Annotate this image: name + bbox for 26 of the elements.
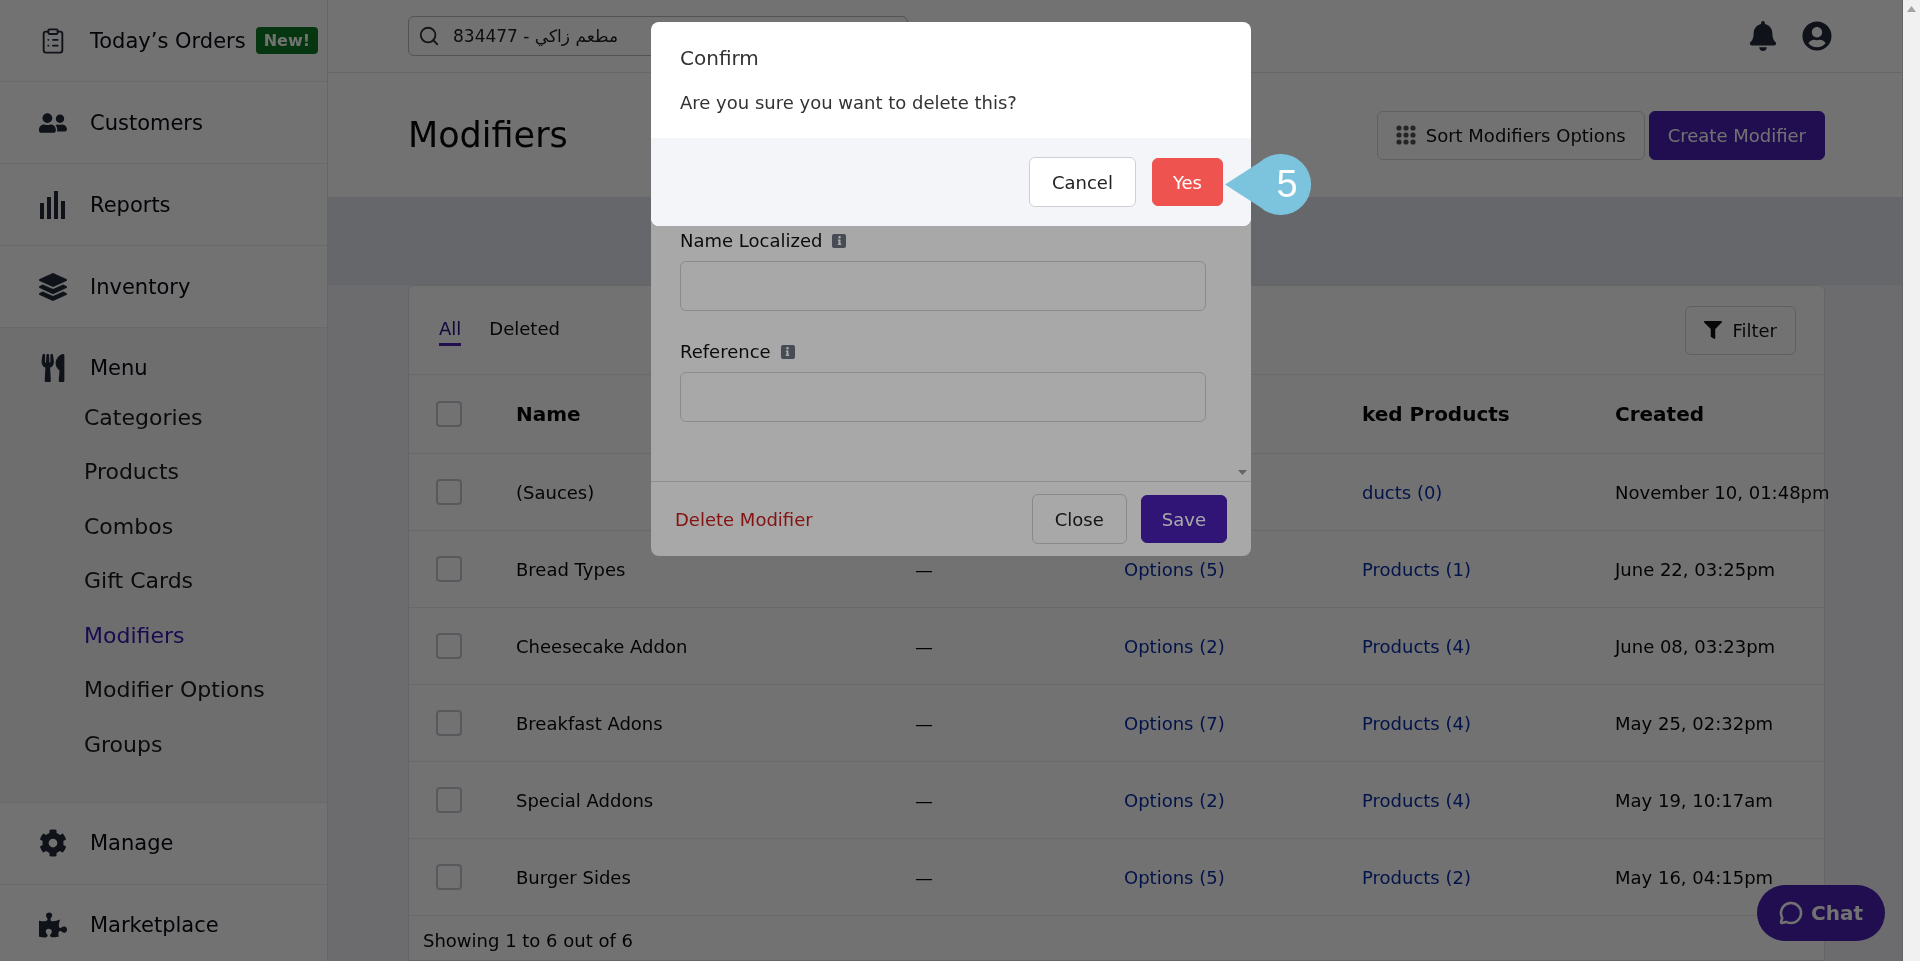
new-badge: New! xyxy=(255,27,318,54)
table-cell: November 10, 01:48pm xyxy=(1615,481,1830,503)
table-cell-text: Burger Sides xyxy=(516,866,632,888)
field-label: Reference xyxy=(680,341,771,362)
table-cell-text: — xyxy=(915,635,934,657)
table-cell-text: May 25, 02:32pm xyxy=(1615,712,1775,734)
table-cell-text: — xyxy=(915,712,934,734)
dialog-message: Are you sure you want to delete this? xyxy=(680,92,1018,113)
table-cell-text: (Sauces) xyxy=(516,481,596,503)
table-cell-text: — xyxy=(915,789,934,811)
column-header: Name xyxy=(516,402,582,426)
field-label: Name Localized xyxy=(680,230,823,251)
table-cell-text: June 08, 03:23pm xyxy=(1615,635,1777,657)
table-cell-text: Breakfast Adons xyxy=(516,712,664,734)
table-cell-text: Cheesecake Addon xyxy=(516,635,689,657)
table-cell-text: Special Addons xyxy=(516,789,655,811)
pagination-info: Showing 1 to 6 out of 6 xyxy=(423,930,633,951)
table-cell-text: Bread Types xyxy=(516,558,627,580)
table-cell-text: May 19, 10:17am xyxy=(1615,789,1774,811)
table-cell-text: — xyxy=(915,866,934,888)
page-title: Modifiers xyxy=(408,115,569,155)
table-cell-text: June 22, 03:25pm xyxy=(1615,558,1777,580)
table-cell-text: May 16, 04:15pm xyxy=(1615,866,1775,888)
table-cell-text: — xyxy=(915,558,934,580)
column-header: ked Products xyxy=(1362,402,1511,426)
column-header: Created xyxy=(1615,402,1706,426)
